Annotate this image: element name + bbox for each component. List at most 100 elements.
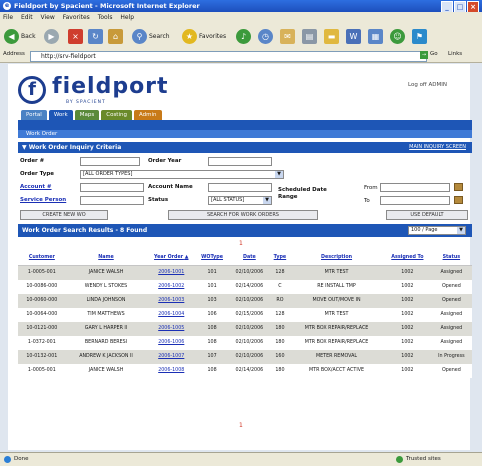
- status-select[interactable]: [ALL STATUS] ▼: [208, 196, 272, 205]
- cell-year-order[interactable]: 2006-1007: [146, 350, 197, 364]
- cell-year-order[interactable]: 2006-1005: [146, 322, 197, 336]
- search-work-orders-button[interactable]: SEARCH FOR WORK ORDERS: [168, 210, 318, 220]
- pager-bottom[interactable]: 1: [239, 422, 243, 429]
- stop-button[interactable]: ×: [68, 27, 83, 45]
- table-row[interactable]: 10-0086-000 WENDY L STOKES 2006-1002 101…: [18, 280, 472, 294]
- favorites-button[interactable]: ★ Favorites: [182, 27, 226, 45]
- col-description[interactable]: Description: [289, 250, 385, 266]
- cell-year-order[interactable]: 2006-1001: [146, 265, 197, 280]
- back-button[interactable]: ◀ Back: [4, 27, 36, 45]
- account-number-input[interactable]: [80, 183, 144, 192]
- search-button[interactable]: ⚲ Search: [132, 27, 170, 45]
- col-year-order[interactable]: Year Order ▲: [146, 250, 197, 266]
- menu-help[interactable]: Help: [117, 12, 137, 23]
- menu-edit[interactable]: Edit: [18, 12, 36, 23]
- col-wotype[interactable]: WOType: [196, 250, 228, 266]
- account-number-link[interactable]: Account #: [20, 184, 52, 190]
- tab-maps[interactable]: Maps: [74, 110, 100, 120]
- to-date-input[interactable]: [380, 196, 450, 205]
- forward-button[interactable]: ▶: [44, 27, 59, 45]
- cell-assigned-to: 1002: [384, 280, 431, 294]
- refresh-button[interactable]: ↻: [88, 27, 103, 45]
- order-type-select[interactable]: [ALL ORDER TYPES] ▼: [80, 170, 284, 179]
- order-year-input[interactable]: [208, 157, 272, 166]
- mail-icon: ✉: [280, 28, 295, 44]
- table-row[interactable]: 10-0060-000 LINDA JOHNSON 2006-1003 103 …: [18, 294, 472, 308]
- service-person-input[interactable]: [80, 196, 144, 205]
- menu-view[interactable]: View: [38, 12, 58, 23]
- menu-favorites[interactable]: Favorites: [60, 12, 93, 23]
- address-value: http://srv-fieldport: [41, 53, 96, 60]
- menu-file[interactable]: File: [0, 12, 16, 23]
- cell-description: MOVE OUT/MOVE IN: [289, 294, 385, 308]
- create-new-wo-button[interactable]: CREATE NEW WO: [20, 210, 108, 220]
- history-button[interactable]: ◷: [258, 27, 273, 45]
- print-button[interactable]: ▤: [302, 27, 317, 45]
- cell-year-order[interactable]: 2006-1002: [146, 280, 197, 294]
- menu-tools[interactable]: Tools: [95, 12, 116, 23]
- mail-button[interactable]: ✉: [280, 27, 295, 45]
- cell-date: 02/10/2006: [227, 265, 271, 280]
- tab-work[interactable]: Work: [48, 110, 73, 120]
- links-button[interactable]: Links: [448, 51, 462, 57]
- research-button[interactable]: ⚑: [412, 27, 427, 45]
- table-row[interactable]: 1-0005-001 JANICE WALSH 2006-1008 108 02…: [18, 364, 472, 378]
- account-name-input[interactable]: [208, 183, 272, 192]
- cell-year-order[interactable]: 2006-1006: [146, 336, 197, 350]
- cell-description: MTR TEST: [289, 265, 385, 280]
- col-type[interactable]: Type: [270, 250, 289, 266]
- col-date[interactable]: Date: [227, 250, 271, 266]
- cell-status: In Progress: [430, 350, 472, 364]
- from-date-input[interactable]: [380, 183, 450, 192]
- use-default-button[interactable]: USE DEFAULT: [386, 210, 468, 220]
- col-name[interactable]: Name: [65, 250, 147, 266]
- cell-wotype: 103: [196, 294, 228, 308]
- folder-button[interactable]: ▬: [324, 27, 339, 45]
- table-row[interactable]: 10-0064-000 TIM MATTHEWS 2006-1004 106 0…: [18, 308, 472, 322]
- cell-assigned-to: 1002: [384, 322, 431, 336]
- edit-button[interactable]: W: [346, 27, 361, 45]
- search-icon: ⚲: [132, 28, 147, 44]
- address-input[interactable]: http://srv-fieldport: [30, 51, 427, 62]
- chevron-down-icon: ▼: [457, 227, 465, 234]
- service-person-link[interactable]: Service Person: [20, 197, 66, 203]
- menu-bar: File Edit View Favorites Tools Help: [0, 12, 482, 23]
- col-customer[interactable]: Customer: [18, 250, 66, 266]
- discuss-button[interactable]: ▦: [368, 27, 383, 45]
- cell-year-order[interactable]: 2006-1008: [146, 364, 197, 378]
- home-button[interactable]: ⌂: [108, 27, 123, 45]
- page-size-select[interactable]: 100 / Page ▼: [408, 226, 466, 235]
- calendar-icon[interactable]: [454, 196, 463, 204]
- col-assigned-to[interactable]: Assigned To: [384, 250, 431, 266]
- status-value: [ALL STATUS]: [211, 197, 245, 203]
- status-label: Status: [148, 197, 169, 203]
- tab-costing[interactable]: Costing: [101, 110, 132, 120]
- cell-assigned-to: 1002: [384, 350, 431, 364]
- order-number-input[interactable]: [80, 157, 140, 166]
- chevron-down-icon: ▼: [275, 171, 283, 178]
- go-arrow-icon[interactable]: →: [420, 51, 428, 59]
- cell-name: BERNARD BERESI: [65, 336, 147, 350]
- logout-link[interactable]: Log off ADMIN: [408, 82, 447, 88]
- table-row[interactable]: 10-0121-000 GARY L HARPER II 2006-1005 1…: [18, 322, 472, 336]
- messenger-button[interactable]: ☺: [390, 27, 405, 45]
- main-inquiry-link[interactable]: MAIN INQUIRY SCREEN: [409, 142, 466, 153]
- table-row[interactable]: 10-0132-001 ANDREW K JACKSON II 2006-100…: [18, 350, 472, 364]
- col-status[interactable]: Status: [430, 250, 472, 266]
- table-row[interactable]: 1-0005-001 JANICE WALSH 2006-1001 101 02…: [18, 265, 472, 280]
- tab-portal[interactable]: Portal: [21, 110, 47, 120]
- collapse-triangle-icon[interactable]: ▼: [22, 144, 29, 151]
- media-button[interactable]: ♪: [236, 27, 251, 45]
- table-row[interactable]: 1-0372-001 BERNARD BERESI 2006-1006 108 …: [18, 336, 472, 350]
- pager-top[interactable]: 1: [239, 240, 243, 247]
- subnav-work-order[interactable]: Work Order: [18, 130, 472, 138]
- sort-ascending-icon: ▲: [184, 255, 189, 260]
- go-button[interactable]: Go: [430, 51, 438, 57]
- cell-year-order[interactable]: 2006-1003: [146, 294, 197, 308]
- tab-admin[interactable]: Admin: [133, 110, 162, 120]
- cell-year-order[interactable]: 2006-1004: [146, 308, 197, 322]
- cell-type: 160: [270, 350, 289, 364]
- favorites-label: Favorites: [199, 32, 227, 40]
- calendar-icon[interactable]: [454, 183, 463, 191]
- cell-description: METER REMOVAL: [289, 350, 385, 364]
